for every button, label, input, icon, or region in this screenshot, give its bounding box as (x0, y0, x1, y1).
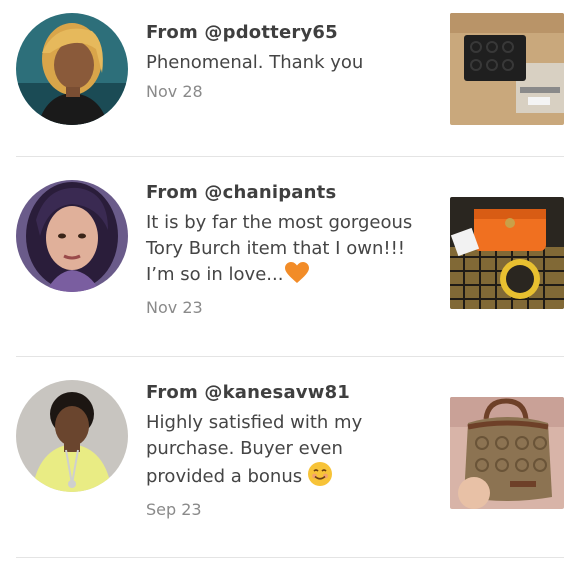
review-comment-line: I’m so in love... (146, 262, 436, 292)
review-comment-line: provided a bonus (146, 462, 436, 494)
review-date: Nov 23 (146, 298, 203, 317)
review-comment-text: provided a bonus (146, 466, 303, 487)
review-comment: It is by far the most gorgeous Tory Burc… (146, 210, 436, 292)
review-comment-line: purchase. Buyer even (146, 438, 343, 459)
review-divider (16, 356, 564, 357)
review-comment-line: Highly satisfied with my (146, 412, 363, 433)
review-comment-line: Tory Burch item that I own!!! (146, 238, 405, 259)
avatar-photo-icon (16, 380, 128, 492)
reviewer-handle[interactable]: From @kanesavw81 (146, 380, 436, 406)
review-content: From @chanipants It is by far the most g… (146, 180, 436, 319)
orange-heart-emoji-icon (285, 262, 310, 292)
purchased-item-thumbnail[interactable] (450, 397, 564, 509)
review-divider (16, 557, 564, 558)
review-content: From @kanesavw81 Highly satisfied with m… (146, 380, 436, 521)
reviews-feed: From @pdottery65 Phenomenal. Thank you N… (0, 0, 580, 580)
purchased-item-thumbnail[interactable] (450, 197, 564, 309)
smiling-face-emoji-icon (308, 462, 333, 494)
review-date: Sep 23 (146, 500, 202, 519)
review-item[interactable]: From @kanesavw81 Highly satisfied with m… (0, 0, 580, 519)
orange-tory-burch-wristlet-icon (450, 197, 564, 309)
review-comment: Highly satisfied with my purchase. Buyer… (146, 410, 436, 494)
review-comment-text: I’m so in love... (146, 264, 284, 285)
reviewer-avatar[interactable] (16, 380, 128, 492)
brown-coach-bag-icon (450, 397, 564, 509)
review-comment-line: It is by far the most gorgeous (146, 212, 413, 233)
